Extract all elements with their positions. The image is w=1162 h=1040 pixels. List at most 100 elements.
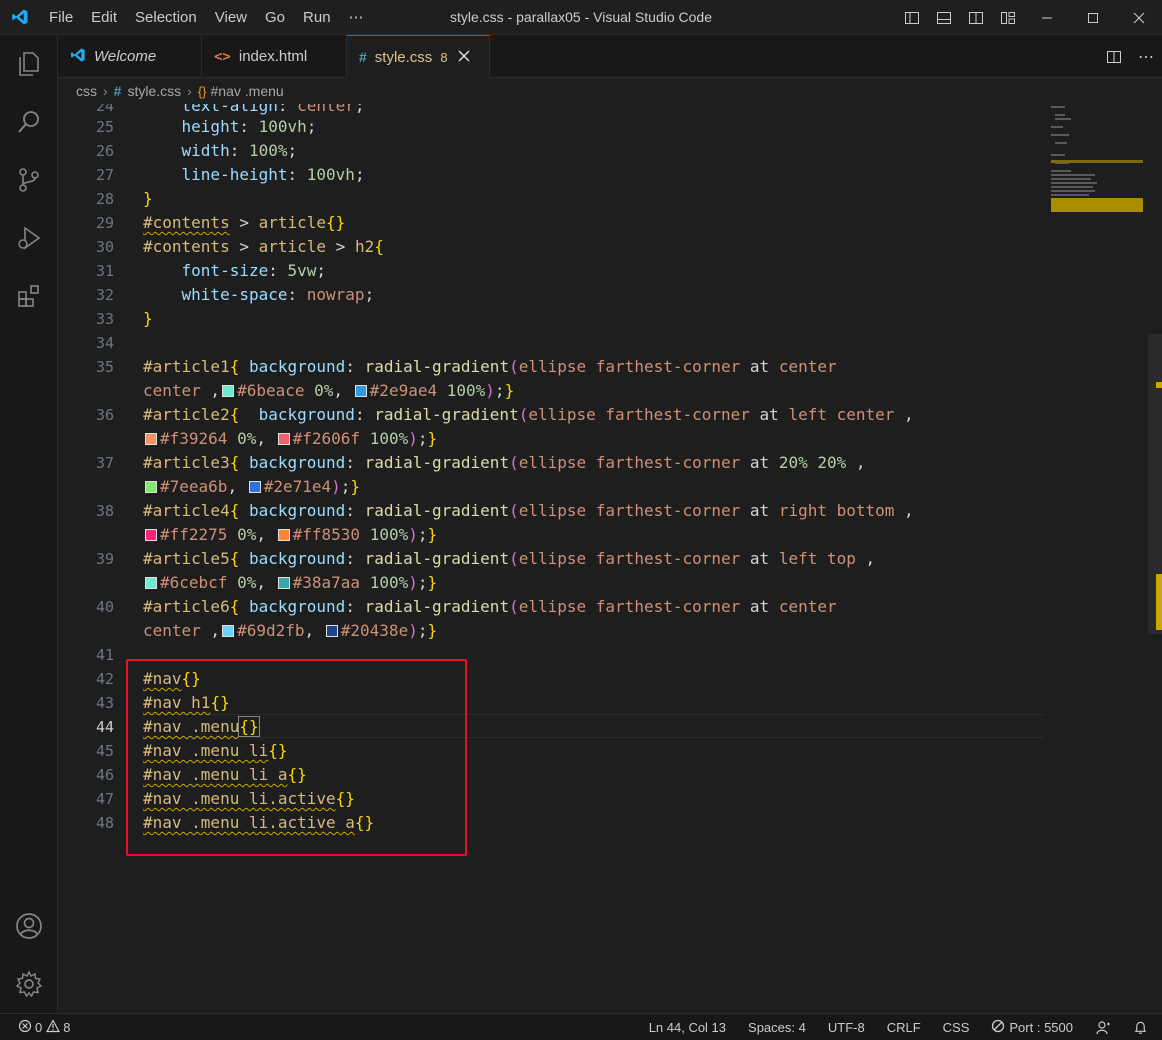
code-line: center , #69d2fb, #20438e);} — [143, 621, 438, 640]
code-line: #article6{ background: radial-gradient(e… — [143, 597, 837, 616]
breadcrumb: css › # style.css › {} #nav .menu — [58, 78, 1162, 104]
line-number: 45 — [95, 742, 114, 760]
line-number: 30 — [95, 238, 114, 256]
color-swatch[interactable] — [145, 529, 157, 541]
line-number: 37 — [95, 454, 114, 472]
line-number: 38 — [95, 502, 114, 520]
minimize-button[interactable] — [1024, 0, 1070, 35]
color-swatch[interactable] — [277, 529, 290, 541]
code-line: } — [143, 189, 153, 208]
line-number: 25 — [95, 118, 114, 136]
line-number: 35 — [95, 358, 114, 376]
tab-label: index.html — [238, 48, 308, 65]
code-line: line-height: 100vh; — [181, 165, 365, 184]
toggle-panel-icon[interactable] — [928, 0, 960, 35]
highlight-annotation-box — [126, 659, 467, 856]
error-count: 0 — [35, 1020, 43, 1035]
code-line: width: 100%; — [181, 141, 298, 160]
breadcrumb-file[interactable]: style.css — [127, 83, 181, 99]
code-line: #6cebcf 0%, #38a7aa 100%);} — [143, 571, 437, 595]
breadcrumb-folder[interactable]: css — [76, 83, 97, 99]
menu-selection[interactable]: Selection — [126, 0, 206, 35]
tab-style-css[interactable]: # style.css 8 — [347, 35, 490, 78]
color-swatch[interactable] — [354, 385, 367, 397]
color-swatch[interactable] — [145, 433, 157, 445]
code-line: font-size: 5vw; — [181, 261, 327, 280]
line-number: 40 — [95, 598, 114, 616]
line-number: 43 — [95, 694, 114, 712]
menu-run[interactable]: Run — [294, 0, 340, 35]
more-actions-icon[interactable]: ⋯ — [1130, 39, 1162, 74]
color-swatch[interactable] — [248, 481, 261, 493]
vertical-scrollbar[interactable] — [1148, 334, 1162, 634]
color-swatch[interactable] — [145, 577, 157, 589]
customize-layout-icon[interactable] — [992, 0, 1024, 35]
breadcrumb-symbol[interactable]: #nav .menu — [211, 83, 284, 99]
color-swatch[interactable] — [145, 481, 157, 493]
symbol-icon: {} — [197, 83, 207, 99]
line-number: 46 — [95, 766, 114, 784]
code-line: #f39264 0%, #f2606f 100%);} — [143, 427, 437, 451]
code-line: #article2{ background: radial-gradient(e… — [143, 405, 914, 424]
search-icon[interactable] — [0, 93, 58, 151]
problems-indicator[interactable]: 0 8 — [14, 1019, 81, 1036]
accounts-status-icon[interactable] — [1084, 1020, 1122, 1036]
line-number: 42 — [95, 670, 114, 688]
code-line: height: 100vh; — [181, 117, 317, 136]
language-mode[interactable]: CSS — [932, 1020, 981, 1035]
toggle-secondary-sidebar-icon[interactable] — [960, 0, 992, 35]
run-debug-icon[interactable] — [0, 209, 58, 267]
maximize-button[interactable] — [1070, 0, 1116, 35]
css-icon: # — [359, 49, 367, 65]
line-number: 28 — [95, 190, 114, 208]
code-line: #article1{ background: radial-gradient(e… — [143, 357, 837, 376]
problems-count-badge: 8 — [440, 49, 448, 65]
close-window-button[interactable] — [1116, 0, 1162, 35]
line-number: 32 — [95, 286, 114, 304]
live-server-port[interactable]: Port : 5500 — [980, 1019, 1084, 1036]
tab-welcome[interactable]: Welcome — [58, 35, 202, 78]
close-tab-icon[interactable] — [458, 49, 470, 66]
code-line: center , #6beace 0%, #2e9ae4 100%);} — [143, 381, 515, 400]
accounts-icon[interactable] — [0, 897, 58, 955]
cursor-position[interactable]: Ln 44, Col 13 — [638, 1020, 737, 1035]
html-icon: <> — [214, 48, 231, 65]
color-swatch[interactable] — [277, 577, 290, 589]
notifications-bell-icon[interactable] — [1122, 1020, 1162, 1035]
menu-view[interactable]: View — [206, 0, 256, 35]
tab-label: style.css — [374, 48, 433, 66]
line-number: 33 — [95, 310, 114, 328]
explorer-icon[interactable] — [0, 35, 58, 93]
tab-index-html[interactable]: <> index.html — [202, 35, 347, 78]
line-number-current: 44 — [95, 718, 114, 736]
code-line: #7eea6b, #2e71e4);} — [143, 475, 360, 499]
status-bar: 0 8 Ln 44, Col 13 Spaces: 4 UTF-8 CRLF C… — [0, 1013, 1162, 1040]
line-number: 29 — [95, 214, 114, 232]
code-line: #article3{ background: radial-gradient(e… — [143, 453, 866, 472]
encoding[interactable]: UTF-8 — [817, 1020, 876, 1035]
color-swatch[interactable] — [277, 433, 290, 445]
code-line: #article4{ background: radial-gradient(e… — [143, 501, 914, 520]
code-line: white-space: nowrap; — [181, 285, 375, 304]
line-number: 31 — [95, 262, 114, 280]
settings-gear-icon[interactable] — [0, 955, 58, 1013]
menu-go[interactable]: Go — [256, 0, 294, 35]
split-editor-icon[interactable] — [1098, 39, 1130, 74]
extensions-icon[interactable] — [0, 267, 58, 325]
source-control-icon[interactable] — [0, 151, 58, 209]
color-swatch[interactable] — [325, 625, 338, 637]
vscode-logo-icon — [0, 0, 40, 35]
menu-edit[interactable]: Edit — [82, 0, 126, 35]
code-editor[interactable]: 24 25 26 27 28 29 30 31 32 33 34 35 36 3… — [58, 104, 1162, 1013]
color-swatch[interactable] — [222, 385, 235, 397]
color-swatch[interactable] — [222, 625, 235, 637]
line-number: 26 — [95, 142, 114, 160]
end-of-line[interactable]: CRLF — [876, 1020, 932, 1035]
warning-count: 8 — [63, 1020, 71, 1035]
indentation[interactable]: Spaces: 4 — [737, 1020, 817, 1035]
menu-file[interactable]: File — [40, 0, 82, 35]
menu-more[interactable]: ⋯ — [340, 0, 373, 35]
port-label: Port : 5500 — [1009, 1020, 1073, 1035]
toggle-primary-sidebar-icon[interactable] — [896, 0, 928, 35]
minimap[interactable] — [1051, 104, 1151, 224]
